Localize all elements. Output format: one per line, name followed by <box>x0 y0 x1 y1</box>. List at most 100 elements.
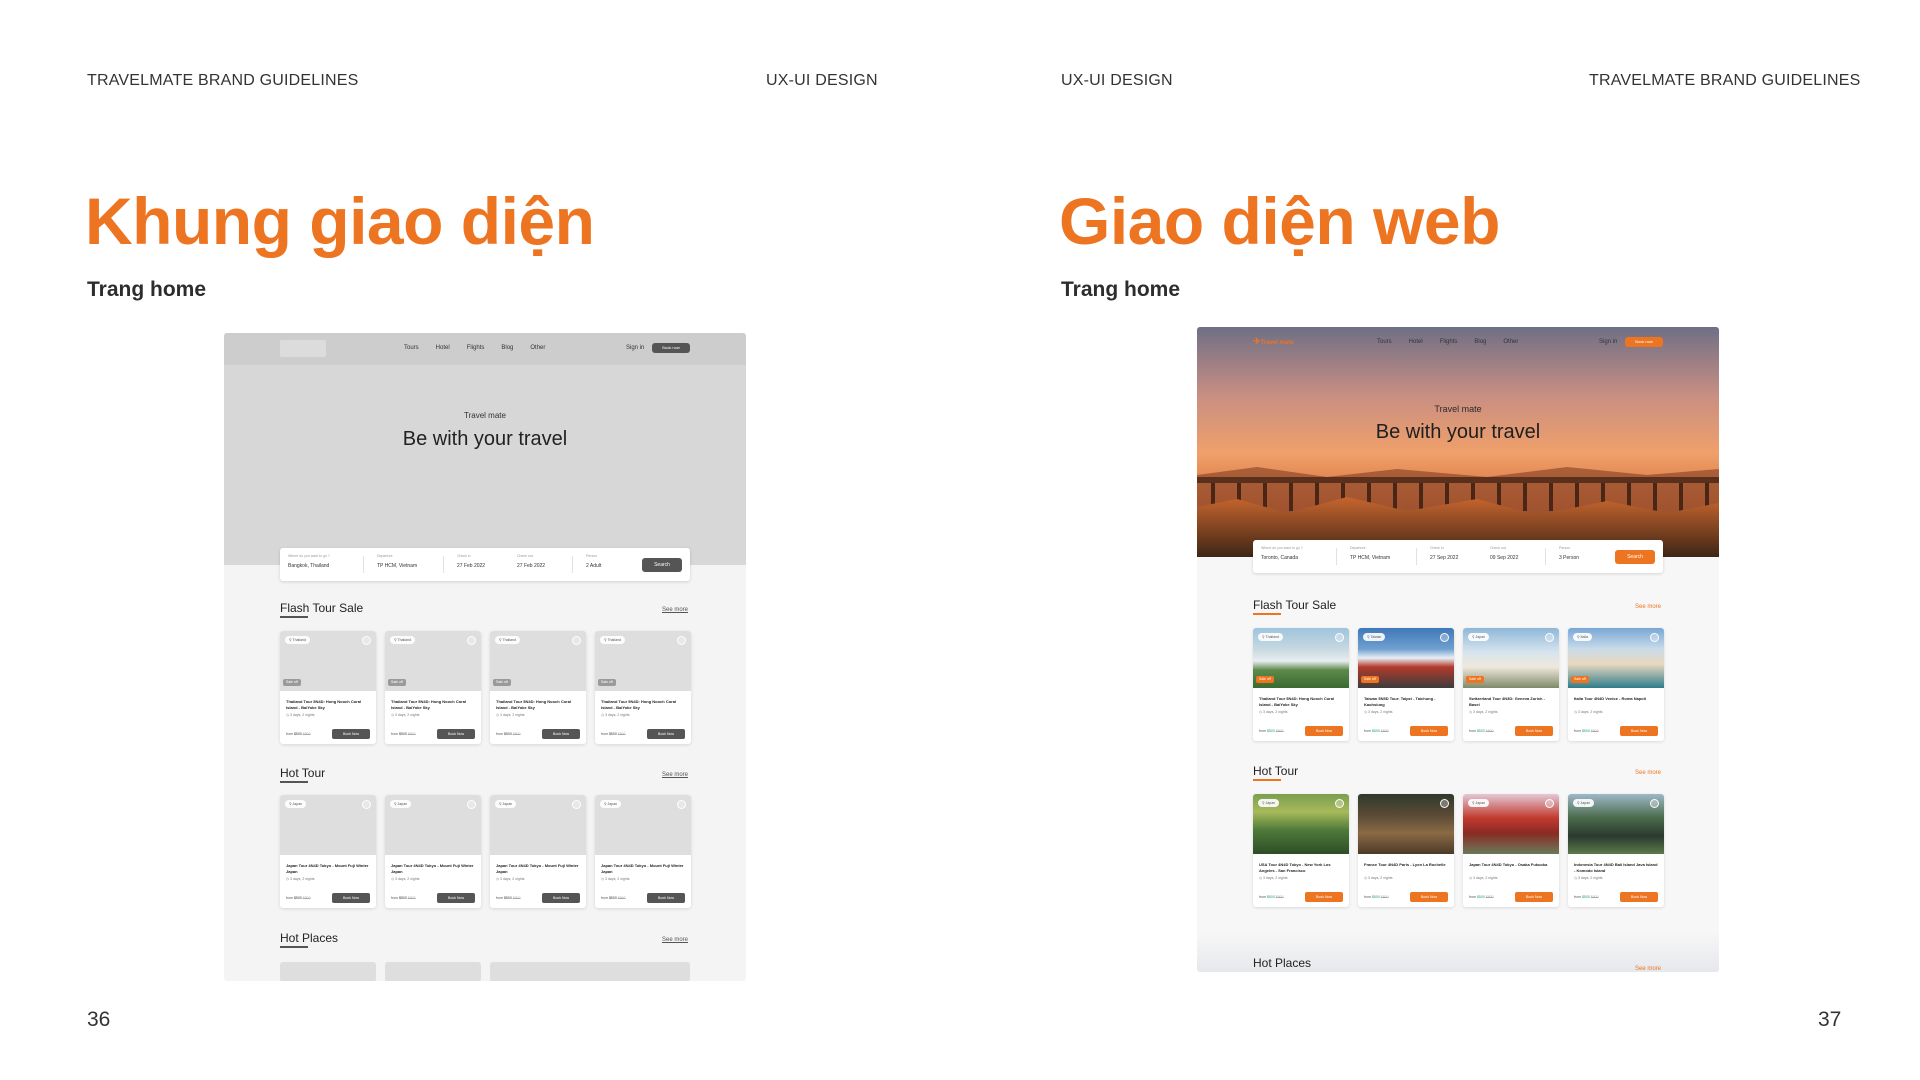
tour-card[interactable]: ⚲ Thailand Sale off Thailand Tour 5N4D: Ho… <box>280 631 376 744</box>
logo-mark-icon: ✈ <box>1253 336 1261 346</box>
heart-icon[interactable] <box>1545 633 1554 642</box>
sale-badge: Sale off <box>493 679 511 686</box>
sign-in-link[interactable]: Sign in <box>1599 339 1617 345</box>
book-now-card-button[interactable]: Book Now <box>1620 892 1658 902</box>
tour-card[interactable]: ⚲ Japan Japan Tour 4N4D Tokyo - Mount Fuj… <box>280 795 376 908</box>
header-section-right: UX-UI DESIGN <box>1061 72 1173 89</box>
heart-icon[interactable] <box>1335 799 1344 808</box>
search-button[interactable]: Search <box>1615 550 1655 564</box>
tour-card[interactable]: ⚲ Japan USA Tour 4N4D Tokyo - New York Lo… <box>1253 794 1349 907</box>
travel-mate-logo[interactable]: ✈Travel mate <box>1253 336 1294 347</box>
heart-icon[interactable] <box>467 636 476 645</box>
book-now-button[interactable]: Book now <box>652 343 690 353</box>
search-field-check-out[interactable]: Check out 09 Sep 2022 <box>1490 546 1518 561</box>
nav-link-blog[interactable]: Blog <box>1474 339 1486 345</box>
tour-card[interactable]: ⚲ Thailand Sale off Thailand Tour 5N4D: Ho… <box>385 631 481 744</box>
heart-icon[interactable] <box>1650 633 1659 642</box>
wire-navbar: Tours Hotel Flights Blog Other Sign in B… <box>224 333 746 365</box>
nav-link-blog[interactable]: Blog <box>501 345 513 351</box>
heart-icon[interactable] <box>1440 799 1449 808</box>
book-now-button[interactable]: Book now <box>1625 337 1663 347</box>
see-more-flash[interactable]: See more <box>1635 604 1661 610</box>
book-now-card-button[interactable]: Book Now <box>647 893 685 903</box>
heart-icon[interactable] <box>1335 633 1344 642</box>
hero-big-title: Be with your travel <box>1375 421 1541 443</box>
book-now-card-button[interactable]: Book Now <box>647 729 685 739</box>
search-field-departure[interactable]: Departure TP HCM, Vietnam <box>377 554 417 569</box>
section-title-hot-places: Hot Places <box>280 931 338 948</box>
nav-link-tours[interactable]: Tours <box>404 345 419 351</box>
tour-name: Japan Tour 4N4D Tokyo - Osaka Fukuoka <box>1469 862 1548 867</box>
nav-link-other[interactable]: Other <box>1503 339 1518 345</box>
search-field-person[interactable]: Person 3 Person <box>1559 546 1579 561</box>
header-brand-left: TRAVELMATE BRAND GUIDELINES <box>87 72 359 89</box>
location-tag: ⚲ Japan <box>285 800 307 808</box>
see-more-hot-places[interactable]: See more <box>662 937 688 943</box>
search-field-check-in[interactable]: Check in 27 Sep 2022 <box>1430 546 1458 561</box>
tour-card[interactable]: ⚲ Japan Japan Tour 4N4D Tokyo - Osaka Fuk… <box>1463 794 1559 907</box>
page-title-right: Giao diện web <box>1059 184 1500 258</box>
place-card[interactable] <box>385 962 481 981</box>
search-field-destination[interactable]: Where do you want to go ? Toronto, Canada <box>1261 546 1303 561</box>
search-field-destination[interactable]: Where do you want to go ? Bangkok, Thaila… <box>288 554 330 569</box>
tour-card[interactable]: ⚲ Japan Japan Tour 4N4D Tokyo - Mount Fuj… <box>490 795 586 908</box>
tour-card[interactable]: ⚲ Taiwan Sale off Taiwan 5N5D Tour: Taipei… <box>1358 628 1454 741</box>
heart-icon[interactable] <box>1440 633 1449 642</box>
sign-in-link[interactable]: Sign in <box>626 345 644 351</box>
heart-icon[interactable] <box>1650 799 1659 808</box>
tour-price: from $500 $800 <box>286 896 311 900</box>
tour-card[interactable]: ⚲ Japan Indonesia Tour 4N4D Bali Island J… <box>1568 794 1664 907</box>
search-button[interactable]: Search <box>642 558 682 572</box>
tour-card[interactable]: ⚲ Japan Japan Tour 4N4D Tokyo - Mount Fuj… <box>595 795 691 908</box>
search-field-check-in[interactable]: Check in 27 Feb 2022 <box>457 554 485 569</box>
book-now-card-button[interactable]: Book Now <box>1620 726 1658 736</box>
tour-card[interactable]: ⚲ Thailand Sale off Thailand Tour 5N4D: Ho… <box>490 631 586 744</box>
header-section-left: UX-UI DESIGN <box>766 72 878 89</box>
place-card[interactable] <box>280 962 376 981</box>
see-more-hot-tour[interactable]: See more <box>662 772 688 778</box>
heart-icon[interactable] <box>572 800 581 809</box>
nav-link-hotel[interactable]: Hotel <box>1409 339 1423 345</box>
book-now-card-button[interactable]: Book Now <box>437 893 475 903</box>
nav-link-flights[interactable]: Flights <box>1440 339 1458 345</box>
tour-card[interactable]: ⚲ Thailand Sale off Thailand Tour 5N4D: Ho… <box>1253 628 1349 741</box>
tour-name: Switzerland Tour 4N3D: Geneva Zurich - B… <box>1469 696 1545 707</box>
heart-icon[interactable] <box>467 800 476 809</box>
heart-icon[interactable] <box>1545 799 1554 808</box>
tour-card[interactable]: ⚲ Italia Sale off Italia Tour 4N4D Venice … <box>1568 628 1664 741</box>
heart-icon[interactable] <box>362 800 371 809</box>
book-now-card-button[interactable]: Book Now <box>542 893 580 903</box>
nav-link-tours[interactable]: Tours <box>1377 339 1392 345</box>
book-now-card-button[interactable]: Book Now <box>437 729 475 739</box>
location-tag: ⚲ Japan <box>1258 799 1280 807</box>
tour-name: USA Tour 4N4D Tokyo - New York Los Angel… <box>1259 862 1331 873</box>
search-field-departure[interactable]: Departure TP HCM, Vietnam <box>1350 546 1390 561</box>
book-now-card-button[interactable]: Book Now <box>332 729 370 739</box>
search-field-person[interactable]: Person 2 Adult <box>586 554 601 569</box>
book-now-card-button[interactable]: Book Now <box>1515 892 1553 902</box>
place-card[interactable] <box>490 962 690 981</box>
heart-icon[interactable] <box>677 800 686 809</box>
tour-card[interactable]: ⚲ Thailand Sale off Thailand Tour 5N4D: Ho… <box>595 631 691 744</box>
book-now-card-button[interactable]: Book Now <box>1305 892 1343 902</box>
tour-card[interactable]: France Tour 4N4D Paris - Lyon La Rochell… <box>1358 794 1454 907</box>
book-now-card-button[interactable]: Book Now <box>1410 892 1448 902</box>
see-more-flash[interactable]: See more <box>662 607 688 613</box>
search-field-check-out[interactable]: Check out 27 Feb 2022 <box>517 554 545 569</box>
tour-card[interactable]: ⚲ Japan Sale off Switzerland Tour 4N3D: Ge… <box>1463 628 1559 741</box>
tour-card[interactable]: ⚲ Japan Japan Tour 4N4D Tokyo - Mount Fuj… <box>385 795 481 908</box>
book-now-card-button[interactable]: Book Now <box>542 729 580 739</box>
see-more-hot-tour[interactable]: See more <box>1635 770 1661 776</box>
book-now-card-button[interactable]: Book Now <box>332 893 370 903</box>
heart-icon[interactable] <box>362 636 371 645</box>
heart-icon[interactable] <box>572 636 581 645</box>
see-more-hot-places[interactable]: See more <box>1635 966 1661 972</box>
hero-small-title: Travel mate <box>1434 404 1482 414</box>
nav-link-hotel[interactable]: Hotel <box>436 345 450 351</box>
nav-link-other[interactable]: Other <box>530 345 545 351</box>
book-now-card-button[interactable]: Book Now <box>1305 726 1343 736</box>
nav-link-flights[interactable]: Flights <box>467 345 485 351</box>
book-now-card-button[interactable]: Book Now <box>1410 726 1448 736</box>
book-now-card-button[interactable]: Book Now <box>1515 726 1553 736</box>
heart-icon[interactable] <box>677 636 686 645</box>
